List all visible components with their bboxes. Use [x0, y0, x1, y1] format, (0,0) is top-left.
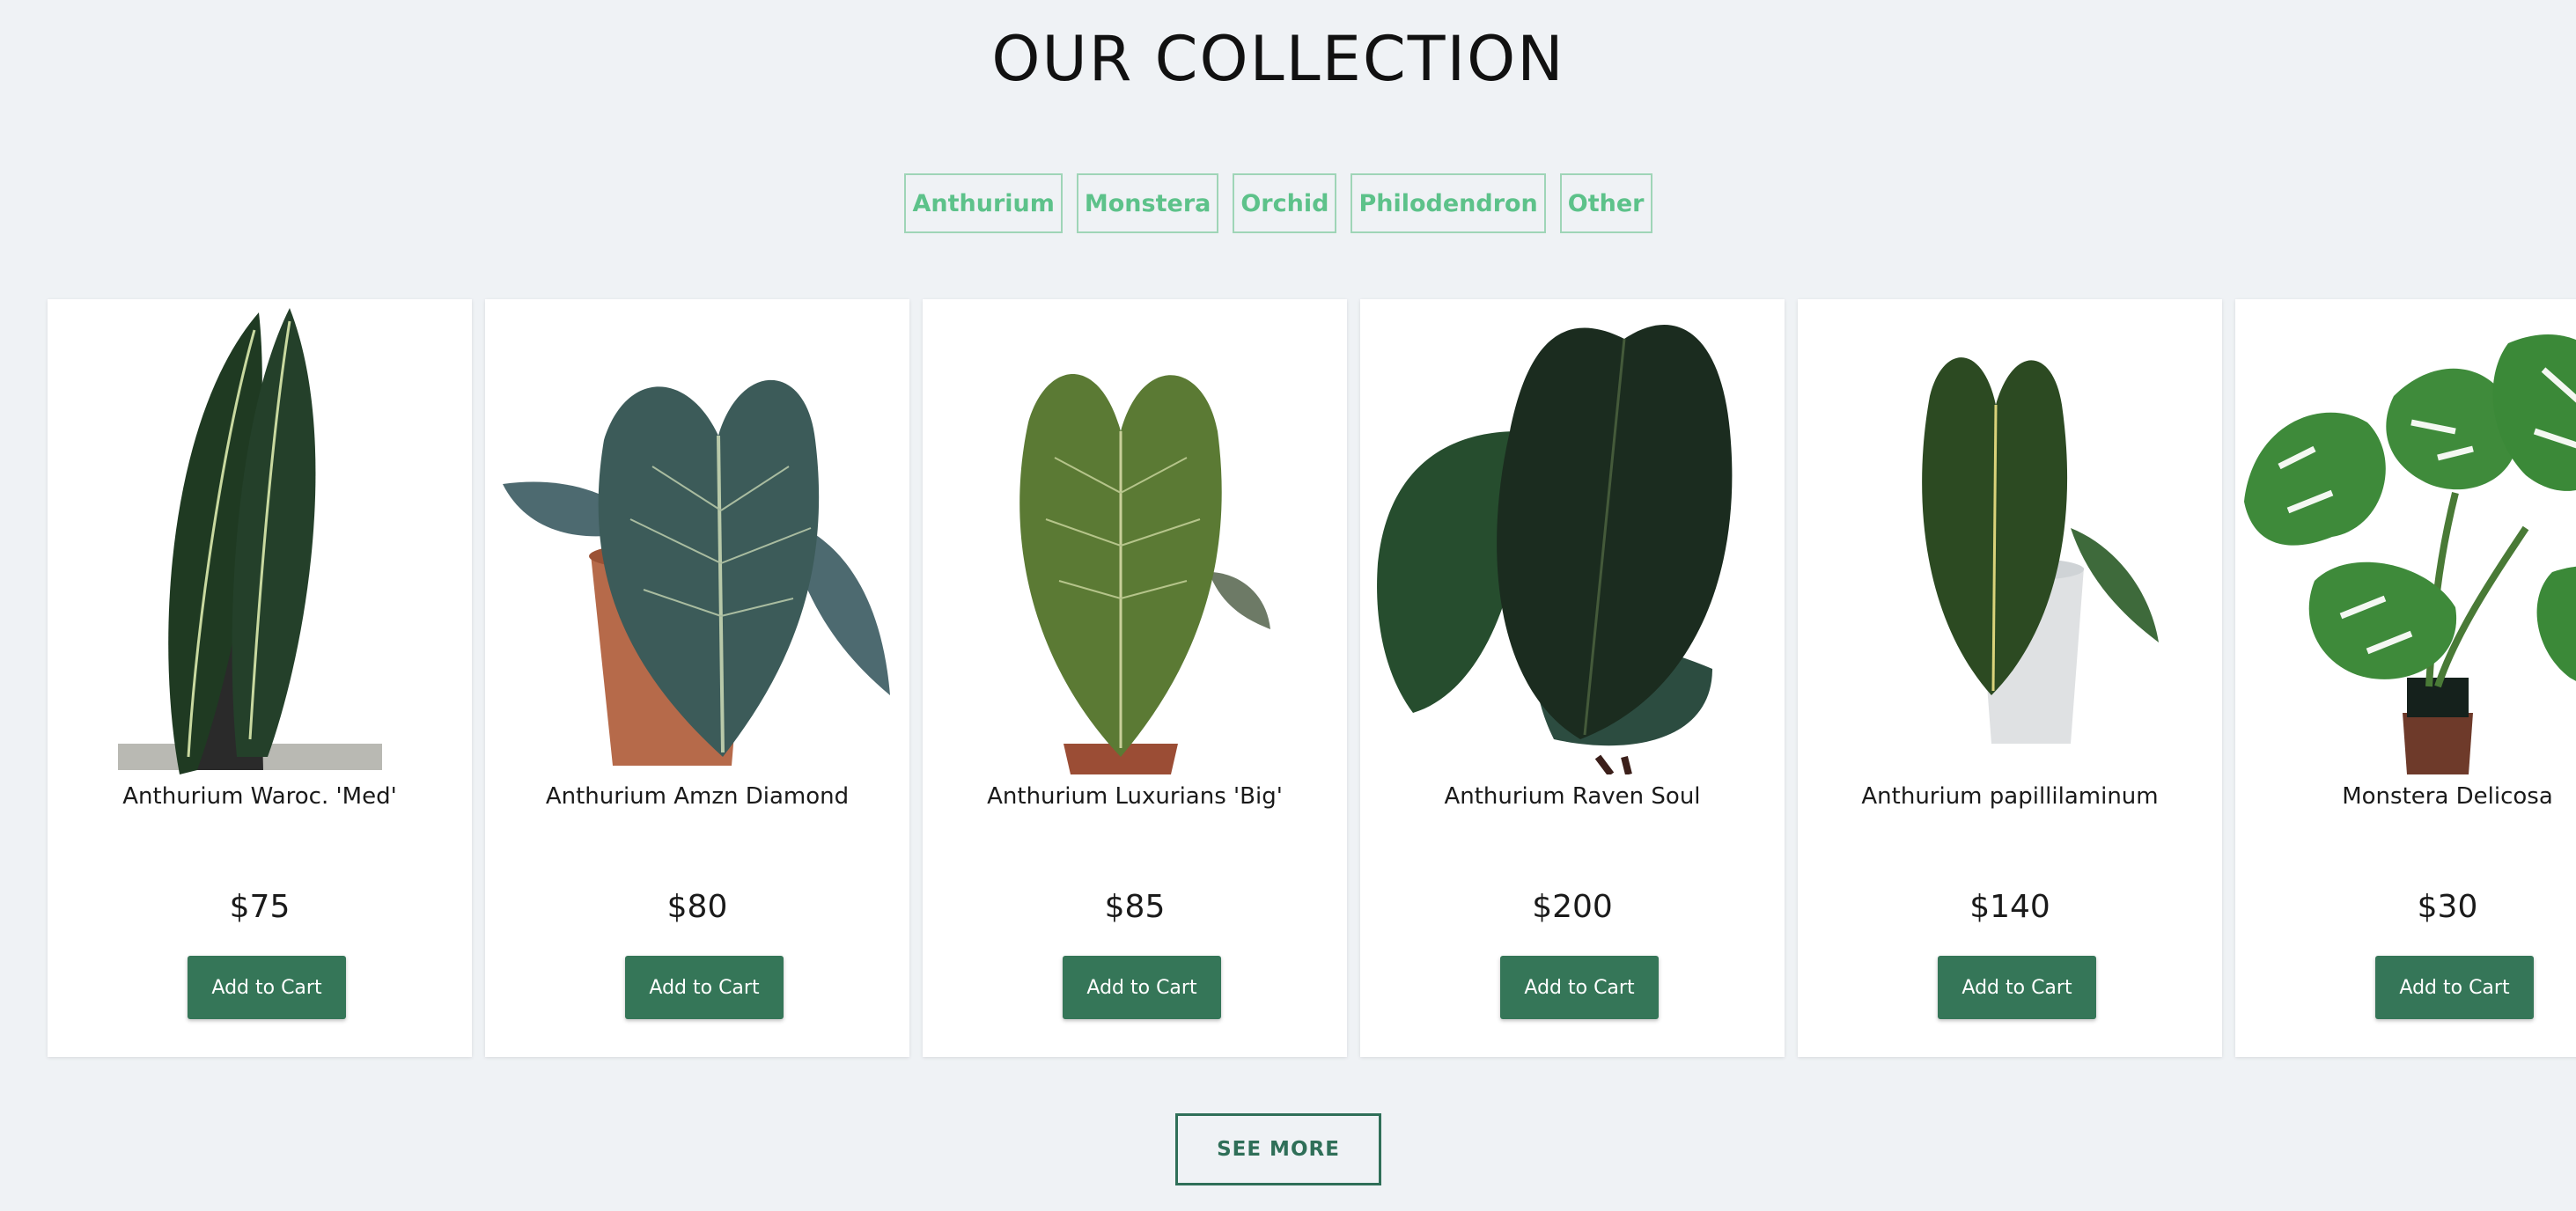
- add-to-cart-button[interactable]: Add to Cart: [1063, 956, 1221, 1019]
- filter-philodendron-button[interactable]: Philodendron: [1351, 173, 1546, 233]
- filter-other-button[interactable]: Other: [1559, 173, 1652, 233]
- see-more-button[interactable]: SEE MORE: [1175, 1113, 1381, 1185]
- add-to-cart-button[interactable]: Add to Cart: [625, 956, 784, 1019]
- filter-monstera-button[interactable]: Monstera: [1076, 173, 1219, 233]
- product-price: $75: [229, 889, 291, 925]
- product-card[interactable]: Anthurium Amzn Diamond $80 Add to Cart: [485, 299, 909, 1057]
- product-image-warocqueanum[interactable]: [48, 299, 472, 774]
- product-card[interactable]: Anthurium papillilaminum $140 Add to Car…: [1798, 299, 2222, 1057]
- product-name: Anthurium Luxurians 'Big': [987, 783, 1283, 810]
- add-to-cart-button[interactable]: Add to Cart: [1500, 956, 1659, 1019]
- product-card[interactable]: Anthurium Raven Soul $200 Add to Cart: [1360, 299, 1785, 1057]
- product-image-monstera[interactable]: [2235, 299, 2576, 774]
- add-to-cart-button[interactable]: Add to Cart: [188, 956, 346, 1019]
- product-price: $30: [2417, 889, 2478, 925]
- product-price: $85: [1104, 889, 1166, 925]
- product-image-luxurians[interactable]: [923, 299, 1347, 774]
- collection-page: OUR COLLECTION Anthurium Monstera Orchid…: [0, 0, 2576, 1211]
- product-card[interactable]: Monstera Delicosa $30 Add to Cart: [2235, 299, 2576, 1057]
- product-name: Anthurium papillilaminum: [1861, 783, 2159, 810]
- product-image-amzn-diamond[interactable]: [485, 299, 909, 774]
- page-title: OUR COLLECTION: [991, 23, 1565, 95]
- product-price: $200: [1532, 889, 1613, 925]
- product-name: Monstera Delicosa: [2342, 783, 2553, 810]
- product-price: $140: [1969, 889, 2050, 925]
- product-name: Anthurium Raven Soul: [1444, 783, 1701, 810]
- product-card-list: Anthurium Waroc. 'Med' $75 Add to Cart A…: [48, 299, 2576, 1057]
- product-card[interactable]: Anthurium Luxurians 'Big' $85 Add to Car…: [923, 299, 1347, 1057]
- product-image-papillilaminum[interactable]: [1798, 299, 2222, 774]
- product-name: Anthurium Waroc. 'Med': [122, 783, 397, 810]
- product-price: $80: [666, 889, 728, 925]
- add-to-cart-button[interactable]: Add to Cart: [2375, 956, 2534, 1019]
- filter-anthurium-button[interactable]: Anthurium: [904, 173, 1063, 233]
- product-card[interactable]: Anthurium Waroc. 'Med' $75 Add to Cart: [48, 299, 472, 1057]
- product-image-raven-soul[interactable]: [1360, 299, 1785, 774]
- category-filter-bar: Anthurium Monstera Orchid Philodendron O…: [0, 173, 2557, 233]
- product-name: Anthurium Amzn Diamond: [545, 783, 850, 810]
- add-to-cart-button[interactable]: Add to Cart: [1938, 956, 2096, 1019]
- filter-orchid-button[interactable]: Orchid: [1233, 173, 1337, 233]
